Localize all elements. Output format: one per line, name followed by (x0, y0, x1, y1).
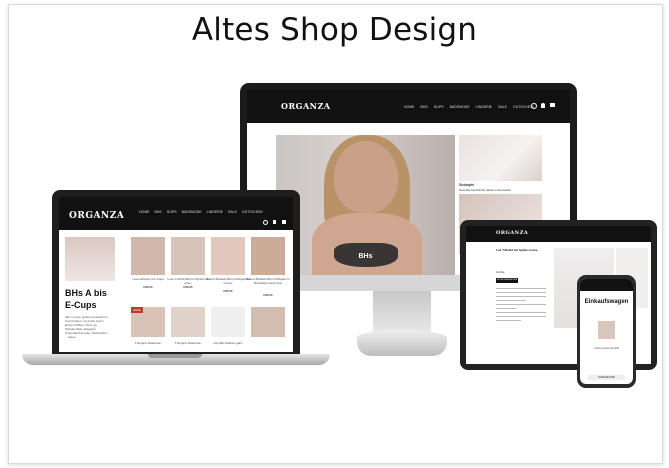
search-icon[interactable] (531, 103, 537, 109)
desktop-logo[interactable]: ORGANZA (281, 101, 331, 111)
nav-item-sale[interactable]: SALE (498, 105, 507, 109)
category-intro: Wer in einer großen Auswahl an Cup Größe… (65, 315, 108, 339)
nav-item-home[interactable]: HOME (404, 105, 415, 109)
monitor-stand-neck (373, 291, 431, 333)
laptop-navbar: ORGANZA HOME BHS SLIPS BADEMODE LINGERIE… (59, 197, 293, 230)
tablet-logo[interactable]: ORGANZA (496, 230, 528, 236)
nav-item-slips[interactable]: SLIPS (167, 210, 177, 214)
search-icon[interactable] (263, 220, 268, 225)
category-text: Sexuelle herrlichste Seide unterstreicht (459, 188, 512, 192)
laptop: ORGANZA HOME BHS SLIPS BADEMODE LINGERIE… (52, 190, 300, 356)
tablet-navbar: ORGANZA (466, 226, 651, 242)
product-image[interactable] (131, 237, 165, 275)
nav-item-bhs[interactable]: BHS (421, 105, 428, 109)
hero-banner[interactable]: BHs (276, 135, 455, 275)
laptop-logo[interactable]: ORGANZA (69, 211, 124, 221)
product-image[interactable] (251, 237, 285, 275)
monitor-stand-base (357, 330, 447, 356)
nav-item-sale[interactable]: SALE (228, 210, 237, 214)
nav-item-gutschein[interactable]: GUTSCHEIN (242, 210, 263, 214)
cart-title: Einkaufswagen (584, 299, 629, 305)
cart-icon[interactable] (282, 220, 286, 224)
nav-item-bademode[interactable]: BADEMODE (450, 105, 470, 109)
nav-item-bademode[interactable]: BADEMODE (182, 210, 202, 214)
category-heading: BHs A bis E-Cups (65, 288, 107, 310)
nav-item-lingerie[interactable]: LINGERIE (207, 210, 223, 214)
phone-navbar (580, 279, 633, 291)
cart-note: Gratis Versand ab 80€ (594, 347, 619, 350)
nav-item-slips[interactable]: SLIPS (434, 105, 444, 109)
sale-badge: SALE (131, 307, 143, 313)
add-to-cart-button[interactable]: IN DEN WARENKORB (496, 278, 518, 283)
nav-item-bhs[interactable]: BHS (155, 210, 162, 214)
nav-item-lingerie[interactable]: LINGERIE (476, 105, 492, 109)
cart-icon[interactable] (550, 103, 555, 107)
size-label: Größe (496, 270, 505, 274)
product-image[interactable] (211, 237, 245, 275)
smartphone: Einkaufswagen Gratis Versand ab 80€ WARE… (577, 275, 636, 388)
category-tile-strumpfe[interactable] (459, 135, 542, 181)
hero-label: BHs (358, 253, 373, 260)
product-image[interactable] (251, 307, 285, 337)
category-title: Strümpfe (459, 183, 475, 187)
product-image[interactable]: SALE (131, 307, 165, 337)
product-name[interactable]: Cup BH Ohanon ganz (205, 341, 251, 345)
product-image[interactable] (211, 307, 245, 337)
laptop-nav-menu: HOME BHS SLIPS BADEMODE LINGERIE SALE GU… (139, 210, 263, 214)
product-name[interactable]: Balcon Bralette BH mit Bügeln in Rosé/li… (245, 277, 291, 285)
tablet-product-title: Lux Tüll-BH mit Spitze creme (496, 248, 538, 252)
nav-item-home[interactable]: HOME (139, 210, 150, 214)
user-icon[interactable] (273, 220, 276, 224)
laptop-screen: ORGANZA HOME BHS SLIPS BADEMODE LINGERIE… (59, 197, 293, 352)
product-image[interactable] (171, 307, 205, 337)
product-description (496, 288, 546, 324)
laptop-notch (148, 354, 202, 358)
product-image[interactable] (171, 237, 205, 275)
slide-title: Altes Shop Design (191, 12, 478, 48)
desktop-navbar: ORGANZA HOME BHS SLIPS BADEMODE LINGERIE… (247, 90, 570, 123)
desktop-nav-menu: HOME BHS SLIPS BADEMODE LINGERIE SALE GU… (404, 105, 534, 109)
user-icon[interactable] (541, 103, 545, 108)
cart-button[interactable]: WARENKORB (588, 375, 625, 380)
category-image (65, 237, 115, 281)
hero-model-face (334, 141, 398, 213)
product-price: €36,95 (263, 293, 273, 297)
phone-screen: Einkaufswagen Gratis Versand ab 80€ WARE… (580, 279, 633, 384)
cart-item-image[interactable] (598, 321, 615, 339)
